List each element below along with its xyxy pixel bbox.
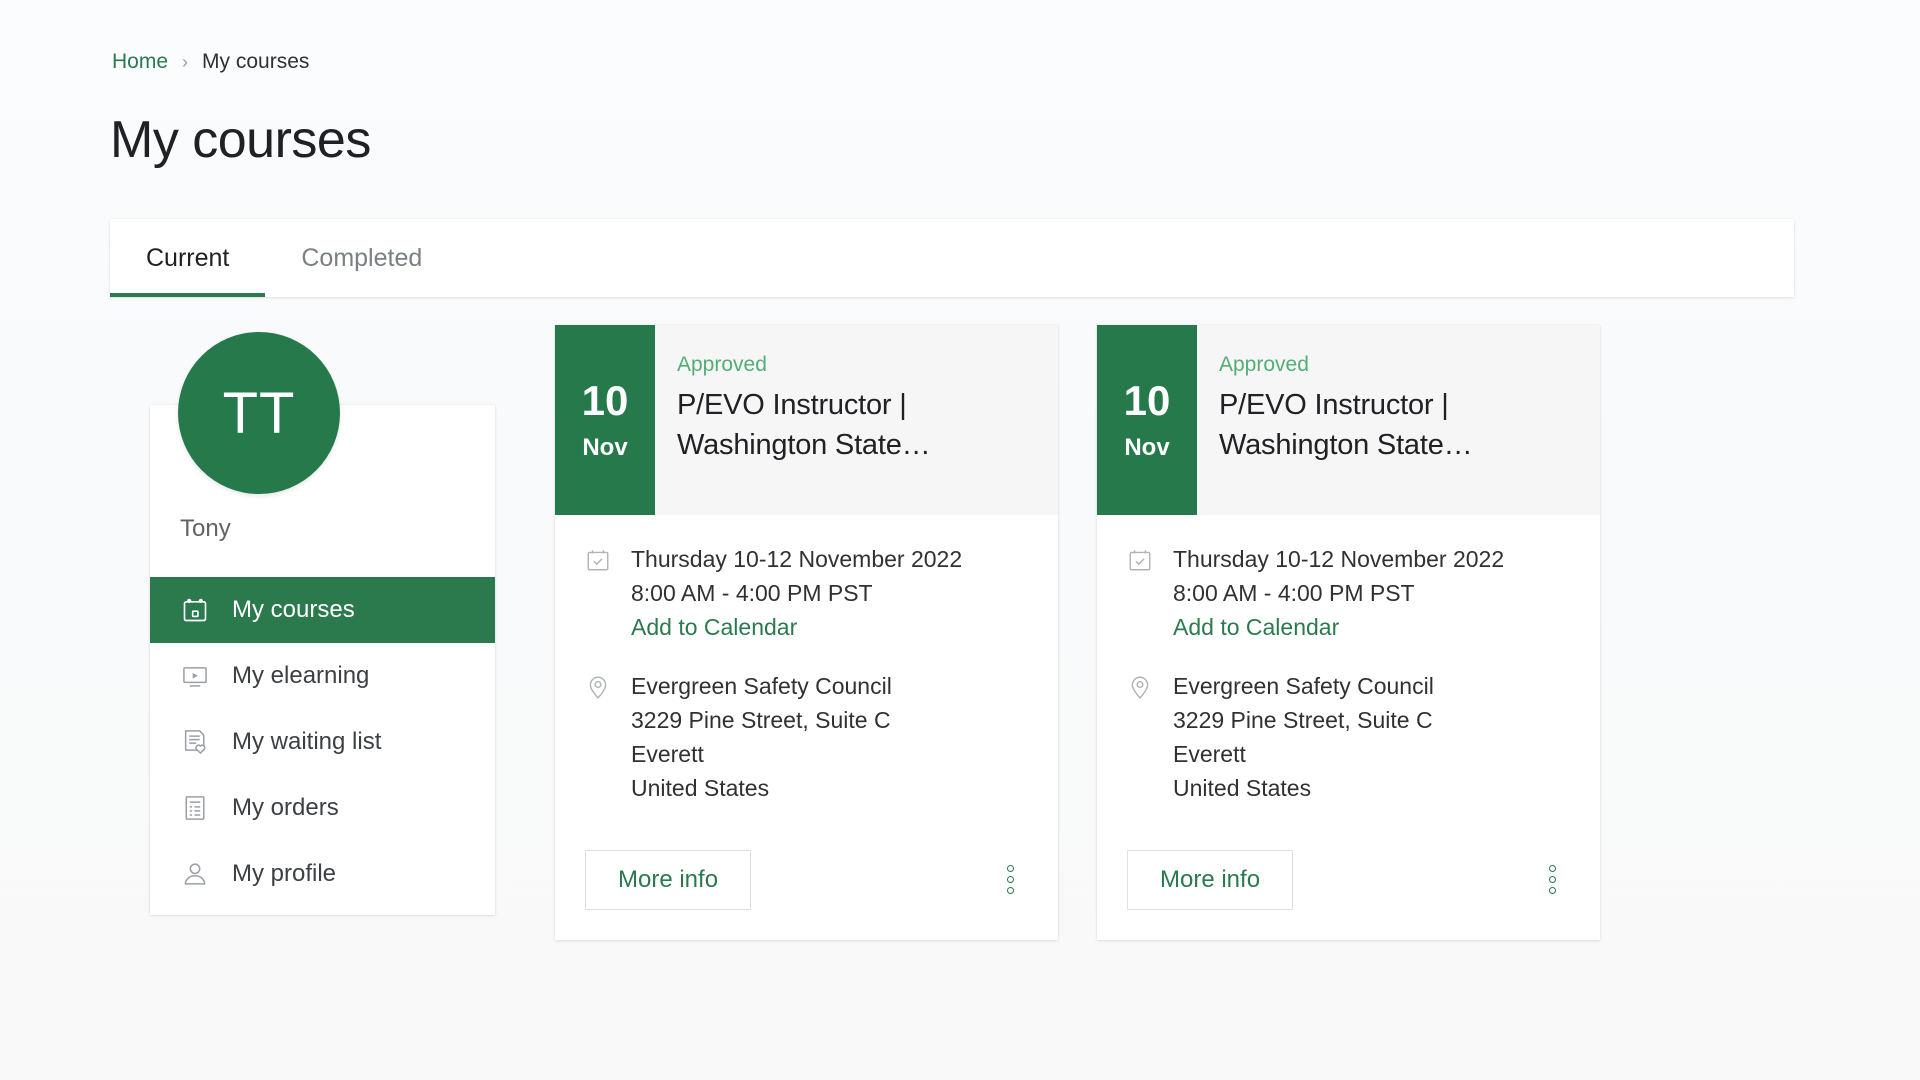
sidebar-item-label: My orders [232,794,339,822]
tab-current-label: Current [146,244,229,273]
map-pin-icon [585,670,613,805]
course-card-footer: More info [555,832,1058,940]
kebab-dot [1007,876,1014,883]
breadcrumb: Home › My courses [112,50,309,74]
page-root: Home › My courses My courses Current Com… [0,0,1920,1080]
avatar-initials: TT [223,380,296,447]
calendar-icon [180,595,210,625]
course-address: 3229 Pine Street, Suite C [631,704,892,738]
course-date-badge: 10 Nov [555,325,655,515]
map-pin-icon [1127,670,1155,805]
list-heart-icon [180,727,210,757]
tab-current[interactable]: Current [110,219,265,297]
kebab-dot [1007,887,1014,894]
course-time-text: 8:00 AM - 4:00 PM PST [631,577,962,611]
add-to-calendar-link[interactable]: Add to Calendar [631,614,797,640]
sidebar-item-label: My elearning [232,662,369,690]
breadcrumb-current: My courses [202,50,309,74]
user-name: Tony [150,515,495,543]
course-title: P/EVO Instructor | Washington State… [1219,385,1574,465]
course-location-text: Evergreen Safety Council 3229 Pine Stree… [631,670,892,805]
course-header-text: Approved P/EVO Instructor | Washington S… [1197,325,1600,515]
more-options-icon[interactable] [993,857,1028,902]
course-date-badge: 10 Nov [1097,325,1197,515]
course-date-text: Thursday 10-12 November 2022 [1173,543,1504,577]
sidebar-item-my-elearning[interactable]: My elearning [150,643,495,709]
course-card-header: 10 Nov Approved P/EVO Instructor | Washi… [1097,325,1600,515]
course-date-day: 10 [1124,380,1171,422]
course-card-header: 10 Nov Approved P/EVO Instructor | Washi… [555,325,1058,515]
kebab-dot [1007,865,1014,872]
course-card-body: Thursday 10-12 November 2022 8:00 AM - 4… [555,515,1058,832]
course-header-text: Approved P/EVO Instructor | Washington S… [655,325,1058,515]
course-city: Everett [631,738,892,772]
sidebar-item-my-courses[interactable]: My courses [150,577,495,643]
breadcrumb-link-home[interactable]: Home [112,50,168,74]
more-options-icon[interactable] [1535,857,1570,902]
sidebar-item-my-profile[interactable]: My profile [150,841,495,907]
course-card-footer: More info [1097,832,1600,940]
kebab-dot [1549,876,1556,883]
course-venue: Evergreen Safety Council [1173,670,1434,704]
sidebar-item-my-waiting-list[interactable]: My waiting list [150,709,495,775]
course-date-month: Nov [582,436,627,460]
course-card-body: Thursday 10-12 November 2022 8:00 AM - 4… [1097,515,1600,832]
add-to-calendar-link[interactable]: Add to Calendar [1173,614,1339,640]
tab-completed[interactable]: Completed [265,219,458,297]
sidebar-item-label: My courses [232,596,355,624]
course-venue: Evergreen Safety Council [631,670,892,704]
course-address: 3229 Pine Street, Suite C [1173,704,1434,738]
tab-bar: Current Completed [110,219,1794,297]
course-schedule-row: Thursday 10-12 November 2022 8:00 AM - 4… [585,543,1028,644]
course-city: Everett [1173,738,1434,772]
document-list-icon [180,793,210,823]
sidebar-item-label: My profile [232,860,336,888]
sidebar: Tony My courses My [150,405,495,915]
course-location-row: Evergreen Safety Council 3229 Pine Stree… [1127,670,1570,805]
chevron-right-icon: › [182,53,188,71]
monitor-play-icon [180,661,210,691]
course-country: United States [631,772,892,806]
course-location-text: Evergreen Safety Council 3229 Pine Stree… [1173,670,1434,805]
course-card: 10 Nov Approved P/EVO Instructor | Washi… [1097,325,1600,940]
course-schedule-text: Thursday 10-12 November 2022 8:00 AM - 4… [631,543,962,644]
tab-completed-label: Completed [301,244,422,273]
course-date-month: Nov [1124,436,1169,460]
course-country: United States [1173,772,1434,806]
kebab-dot [1549,887,1556,894]
calendar-check-icon [585,543,613,644]
avatar: TT [178,332,340,494]
course-date-day: 10 [582,380,629,422]
sidebar-item-label: My waiting list [232,728,381,756]
course-title: P/EVO Instructor | Washington State… [677,385,1032,465]
sidebar-item-my-orders[interactable]: My orders [150,775,495,841]
course-schedule-row: Thursday 10-12 November 2022 8:00 AM - 4… [1127,543,1570,644]
kebab-dot [1549,865,1556,872]
course-schedule-text: Thursday 10-12 November 2022 8:00 AM - 4… [1173,543,1504,644]
more-info-button[interactable]: More info [1127,850,1293,910]
page-title: My courses [110,110,371,170]
status-badge: Approved [1219,353,1574,377]
course-time-text: 8:00 AM - 4:00 PM PST [1173,577,1504,611]
status-badge: Approved [677,353,1032,377]
calendar-check-icon [1127,543,1155,644]
more-info-button[interactable]: More info [585,850,751,910]
course-date-text: Thursday 10-12 November 2022 [631,543,962,577]
course-location-row: Evergreen Safety Council 3229 Pine Stree… [585,670,1028,805]
person-icon [180,859,210,889]
course-card: 10 Nov Approved P/EVO Instructor | Washi… [555,325,1058,940]
